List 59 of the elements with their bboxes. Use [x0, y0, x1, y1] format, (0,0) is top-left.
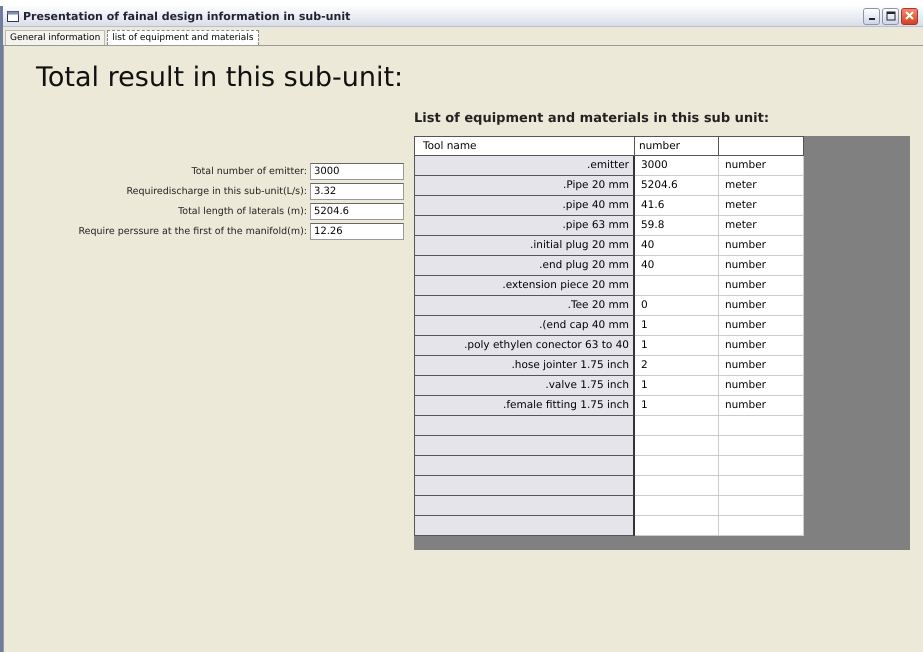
- column-header[interactable]: Tool name: [414, 136, 635, 156]
- table-cell: 40: [635, 236, 719, 256]
- table-cell: 5204.6: [635, 176, 719, 196]
- table-cell: meter: [719, 216, 804, 236]
- minimize-button[interactable]: [863, 8, 880, 24]
- table-cell: 1: [635, 336, 719, 356]
- field-label: Require perssure at the first of the manifold(m):: [78, 226, 307, 237]
- field-label: Total number of emitter:: [192, 166, 307, 177]
- table-cell: .poly ethylen conector 63 to 40: [414, 336, 635, 356]
- table-cell: 59.8: [635, 216, 719, 236]
- table-cell: .valve 1.75 inch: [414, 376, 635, 396]
- input-field[interactable]: 5204.6: [310, 203, 404, 220]
- table-cell: 2: [635, 356, 719, 376]
- field-label: Requiredischarge in this sub-unit(L/s):: [126, 186, 307, 197]
- table-cell: meter: [719, 176, 804, 196]
- column-header[interactable]: number: [635, 136, 719, 156]
- table-cell: .emitter: [414, 156, 635, 176]
- table-cell: 41.6: [635, 196, 719, 216]
- heading: Total result in this sub-unit:: [36, 62, 404, 93]
- close-icon: [904, 11, 914, 21]
- tab[interactable]: General information: [5, 30, 106, 45]
- input-field[interactable]: 3.32: [310, 183, 404, 200]
- table-cell: number: [719, 356, 804, 376]
- table-cell: 1: [635, 376, 719, 396]
- table-cell: .Tee 20 mm: [414, 296, 635, 316]
- table-cell: number: [719, 156, 804, 176]
- table-cell: .initial plug 20 mm: [414, 236, 635, 256]
- table-cell: number: [719, 256, 804, 276]
- table-cell: .extension piece 20 mm: [414, 276, 635, 296]
- table-cell: .female fitting 1.75 inch: [414, 396, 635, 416]
- table-cell: .hose jointer 1.75 inch: [414, 356, 635, 376]
- table-cell: 3000: [635, 156, 719, 176]
- table-cell: number: [719, 396, 804, 416]
- field-label: Total length of laterals (m):: [178, 206, 307, 217]
- table-title: List of equipment and materials in this sub unit:: [414, 111, 770, 126]
- input-field[interactable]: 12.26: [310, 223, 404, 240]
- window-icon: [7, 10, 19, 22]
- table-cell: number: [719, 276, 804, 296]
- table-cell: 1: [635, 396, 719, 416]
- table-cell: .end plug 20 mm: [414, 256, 635, 276]
- close-button[interactable]: [901, 8, 918, 24]
- table-cell: number: [719, 236, 804, 256]
- table-cell: .pipe 40 mm: [414, 196, 635, 216]
- table-cell: number: [719, 296, 804, 316]
- table-cell: 0: [635, 296, 719, 316]
- maximize-icon: [886, 11, 896, 21]
- table-cell: .(end cap 40 mm: [414, 316, 635, 336]
- table-cell: .Pipe 20 mm: [414, 176, 635, 196]
- table-cell: number: [719, 336, 804, 356]
- table-cell: 1: [635, 316, 719, 336]
- input-field[interactable]: 3000: [310, 163, 404, 180]
- table-cell: meter: [719, 196, 804, 216]
- table-cell: .pipe 63 mm: [414, 216, 635, 236]
- table-cell: number: [719, 376, 804, 396]
- table-cell: number: [719, 316, 804, 336]
- maximize-button[interactable]: [882, 8, 899, 24]
- tab[interactable]: list of equipment and materials: [107, 30, 259, 45]
- window-title: Presentation of fainal design information in sub-unit: [23, 10, 350, 22]
- table-cell: 40: [635, 256, 719, 276]
